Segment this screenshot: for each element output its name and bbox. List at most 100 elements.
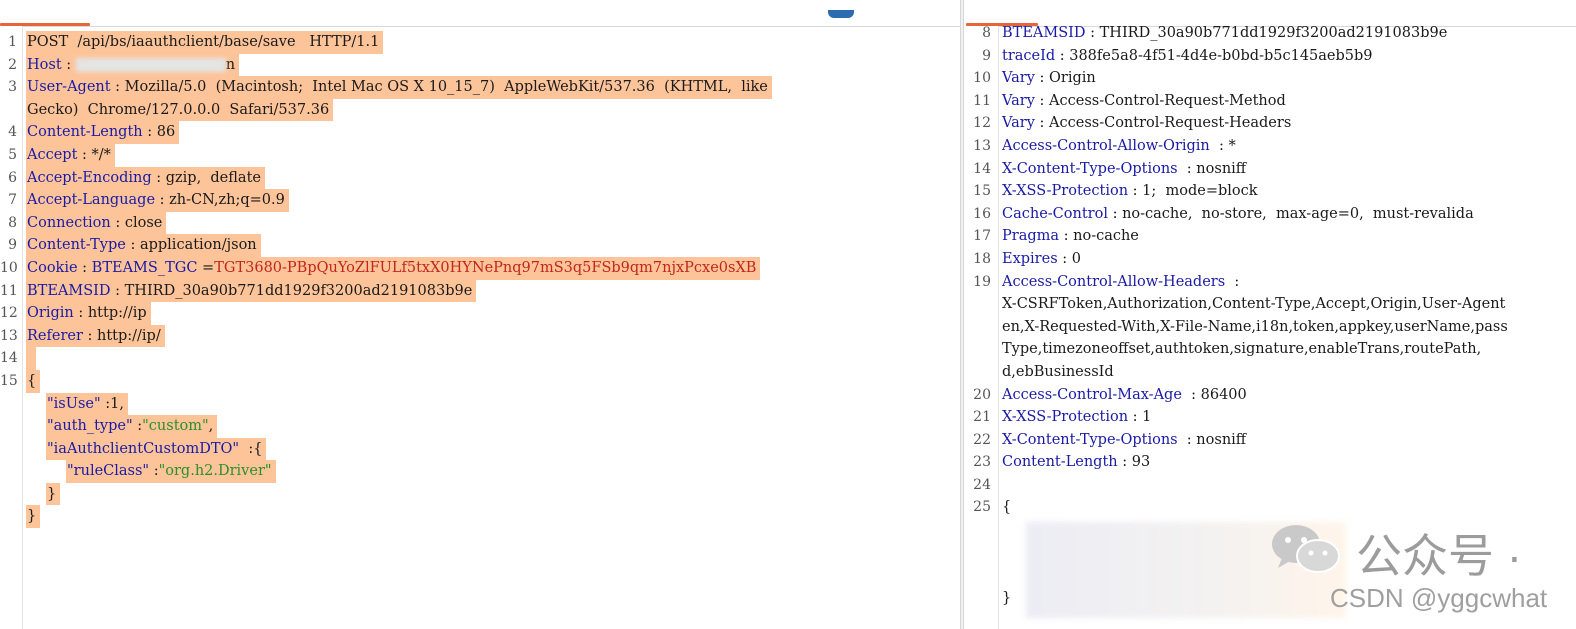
code-text bbox=[1002, 564, 1007, 587]
code-token: POST /api/bs/iaauthclient/base/save HTTP… bbox=[27, 34, 380, 50]
code-text: { bbox=[26, 369, 41, 393]
request-line[interactable]: "iaAuthclientCustomDTO" :{ bbox=[0, 437, 960, 461]
response-line[interactable]: 14 X-Content-Type-Options : nosniff bbox=[964, 158, 1576, 181]
request-line[interactable]: 1 POST /api/bs/iaauthclient/base/save HTT… bbox=[0, 31, 960, 54]
response-line[interactable]: X-CSRFToken,Authorization,Content-Type,A… bbox=[964, 293, 1576, 316]
response-line[interactable]: 9 traceId : 388fe5a8-4f51-4d4e-b0bd-b5c14… bbox=[964, 45, 1576, 68]
header-name: BTEAMSID bbox=[27, 282, 111, 299]
request-line[interactable]: 7 Accept-Language : zh-CN,zh;q=0.9 bbox=[0, 189, 960, 212]
code-token: : Mozilla/5.0 (Macintosh; Intel Mac OS X… bbox=[110, 79, 768, 96]
request-line[interactable]: 9 Content-Type : application/json bbox=[0, 234, 960, 257]
response-line[interactable]: en,X-Requested-With,X-File-Name,i18n,tok… bbox=[964, 316, 1576, 339]
request-line[interactable]: } bbox=[0, 482, 960, 506]
line-number: 3 bbox=[8, 79, 17, 96]
request-line[interactable]: 10 Cookie : BTEAMS_TGC =TGT3680-PBpQuYoZl… bbox=[0, 256, 960, 280]
response-line[interactable]: 23 Content-Length : 93 bbox=[964, 451, 1576, 474]
request-line[interactable]: Gecko) Chrome/127.0.0.0 Safari/537.36 bbox=[0, 98, 960, 122]
response-line[interactable]: 11 Vary : Access-Control-Request-Method bbox=[964, 90, 1576, 113]
code-text: X-CSRFToken,Authorization,Content-Type,A… bbox=[1002, 293, 1505, 316]
request-line[interactable]: 8 Connection : close bbox=[0, 211, 960, 235]
request-line[interactable]: 11 BTEAMSID : THIRD_30a90b771dd1929f3200a… bbox=[0, 279, 960, 303]
code-text bbox=[1002, 519, 1007, 542]
code-token: { bbox=[27, 372, 37, 389]
header-name: "auth_type" bbox=[47, 418, 133, 435]
response-line[interactable]: 17 Pragma : no-cache bbox=[964, 225, 1576, 248]
code-token: X-CSRFToken,Authorization,Content-Type,A… bbox=[1002, 296, 1506, 313]
request-editor[interactable]: 1 POST /api/bs/iaauthclient/base/save HTT… bbox=[0, 31, 960, 529]
request-line[interactable]: } bbox=[0, 505, 960, 529]
response-line[interactable]: 12 Vary : Access-Control-Request-Headers bbox=[964, 112, 1576, 135]
response-line[interactable]: 15 X-XSS-Protection : 1; mode=block bbox=[964, 180, 1576, 203]
code-text: Connection : close bbox=[26, 211, 167, 235]
request-line[interactable]: 13 Referer : http://ip/ bbox=[0, 324, 960, 348]
code-token: : THIRD_30a90b771dd1929f3200ad2191083b9e bbox=[110, 282, 473, 299]
code-text: Type,timezoneoffset,authtoken,signature,… bbox=[1002, 338, 1481, 361]
code-text: "isUse" :1, bbox=[46, 392, 129, 416]
code-text: Vary : Access-Control-Request-Headers bbox=[1002, 112, 1291, 135]
request-line[interactable]: 12 Origin : http://ip bbox=[0, 302, 960, 325]
header-name: Access-Control-Allow-Headers bbox=[1002, 273, 1226, 290]
code-token: , bbox=[208, 418, 214, 435]
response-line[interactable]: 16 Cache-Control : no-cache, no-store, ma… bbox=[964, 203, 1576, 226]
header-name: Origin bbox=[27, 305, 74, 322]
toolbar-icon[interactable] bbox=[828, 10, 854, 18]
response-line[interactable]: 20 Access-Control-Max-Age : 86400 bbox=[964, 384, 1576, 407]
header-name: "iaAuthclientCustomDTO" bbox=[47, 440, 240, 457]
request-line[interactable]: 3 User-Agent : Mozilla/5.0 (Macintosh; In… bbox=[0, 76, 960, 99]
code-text: X-XSS-Protection : 1 bbox=[1002, 406, 1151, 429]
request-line[interactable]: 4 Content-Length : 86 bbox=[0, 121, 960, 144]
code-token: : nosniff bbox=[1177, 160, 1247, 177]
code-token: : bbox=[61, 56, 76, 73]
code-token: } bbox=[47, 485, 57, 502]
line-number: 4 bbox=[8, 124, 17, 141]
code-text: Pragma : no-cache bbox=[1002, 225, 1139, 248]
request-line[interactable]: "auth_type" :"custom", bbox=[0, 415, 960, 438]
watermark-wechat-icon bbox=[1268, 520, 1344, 576]
line-number: 21 bbox=[973, 409, 991, 426]
code-text: Origin : http://ip bbox=[26, 302, 151, 325]
line-number: 8 bbox=[8, 214, 17, 231]
code-token: en,X-Requested-With,X-File-Name,i18n,tok… bbox=[1002, 318, 1508, 335]
code-token: : bbox=[149, 463, 159, 480]
code-token: Type,timezoneoffset,authtoken,signature,… bbox=[1002, 341, 1482, 358]
response-line[interactable]: 22 X-Content-Type-Options : nosniff bbox=[964, 429, 1576, 452]
response-line[interactable]: 10 Vary : Origin bbox=[964, 67, 1576, 90]
response-line[interactable]: 25 { bbox=[964, 496, 1576, 519]
code-text: } bbox=[46, 482, 61, 506]
line-number: 1 bbox=[8, 34, 17, 50]
header-name: "ruleClass" bbox=[67, 463, 150, 480]
response-line[interactable]: Type,timezoneoffset,authtoken,signature,… bbox=[964, 338, 1576, 361]
response-line[interactable]: 8 BTEAMSID : THIRD_30a90b771dd1929f3200ad… bbox=[964, 22, 1576, 45]
code-text: } bbox=[26, 505, 41, 529]
header-name: Accept-Encoding bbox=[27, 169, 152, 186]
code-text: en,X-Requested-With,X-File-Name,i18n,tok… bbox=[1002, 316, 1508, 339]
header-name: Access-Control-Max-Age bbox=[1002, 386, 1182, 403]
code-text: } bbox=[1002, 587, 1011, 610]
code-text: X-Content-Type-Options : nosniff bbox=[1002, 429, 1246, 452]
code-token: : 388fe5a8-4f51-4d4e-b0bd-b5c145aeb5b9 bbox=[1055, 47, 1373, 64]
request-line[interactable]: 15 { bbox=[0, 369, 960, 393]
code-token: : Access-Control-Request-Method bbox=[1034, 92, 1286, 109]
request-pane[interactable]: 1 POST /api/bs/iaauthclient/base/save HTT… bbox=[0, 0, 960, 629]
line-number: 7 bbox=[8, 192, 17, 209]
request-line[interactable]: 6 Accept-Encoding : gzip, deflate bbox=[0, 166, 960, 190]
request-line[interactable]: "ruleClass" :"org.h2.Driver" bbox=[0, 460, 960, 483]
code-text: BTEAMSID : THIRD_30a90b771dd1929f3200ad2… bbox=[26, 279, 477, 303]
request-line[interactable]: 14 bbox=[0, 347, 960, 370]
request-line[interactable]: 5 Accept : */* bbox=[0, 143, 960, 167]
response-line[interactable]: 19 Access-Control-Allow-Headers : bbox=[964, 271, 1576, 294]
response-line[interactable]: d,ebBusinessId bbox=[964, 361, 1576, 384]
response-line[interactable]: 18 Expires : 0 bbox=[964, 248, 1576, 271]
response-line[interactable]: 13 Access-Control-Allow-Origin : * bbox=[964, 135, 1576, 158]
code-token: : zh-CN,zh;q=0.9 bbox=[155, 192, 285, 209]
code-text: BTEAMSID : THIRD_30a90b771dd1929f3200ad2… bbox=[1002, 22, 1447, 45]
response-line[interactable]: 21 X-XSS-Protection : 1 bbox=[964, 406, 1576, 429]
line-number: 14 bbox=[973, 160, 991, 177]
request-line[interactable]: 2 Host : n bbox=[0, 53, 960, 77]
response-line[interactable]: 24 bbox=[964, 474, 1576, 497]
code-token: : close bbox=[110, 214, 163, 231]
line-number: 10 bbox=[0, 259, 18, 276]
request-line[interactable]: "isUse" :1, bbox=[0, 392, 960, 416]
line-number: 13 bbox=[973, 137, 991, 154]
